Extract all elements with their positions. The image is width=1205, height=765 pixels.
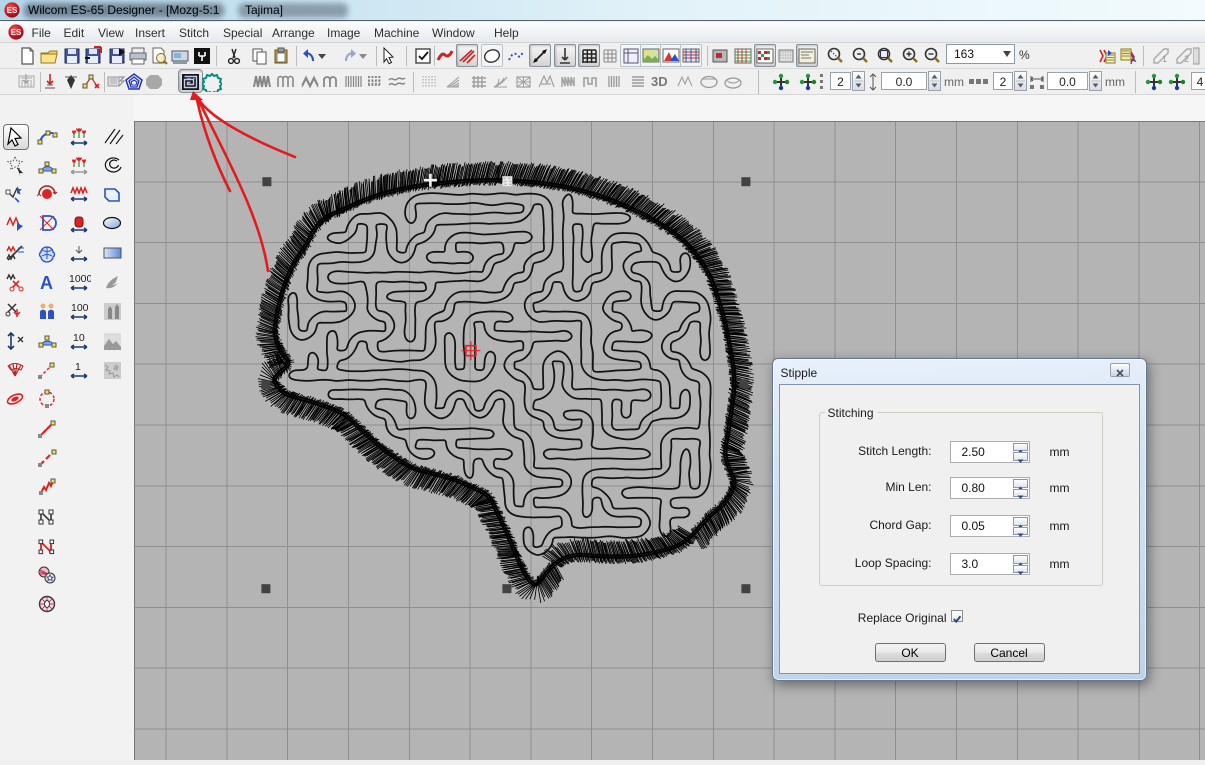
svg-text:1: 1 bbox=[1162, 54, 1167, 64]
svg-text:100: 100 bbox=[71, 302, 89, 314]
svg-text:A: A bbox=[40, 273, 53, 293]
svg-text:1000: 1000 bbox=[69, 273, 91, 285]
svg-text:2: 2 bbox=[1184, 54, 1189, 64]
svg-text:1: 1 bbox=[75, 361, 81, 373]
svg-text:10: 10 bbox=[73, 332, 85, 344]
